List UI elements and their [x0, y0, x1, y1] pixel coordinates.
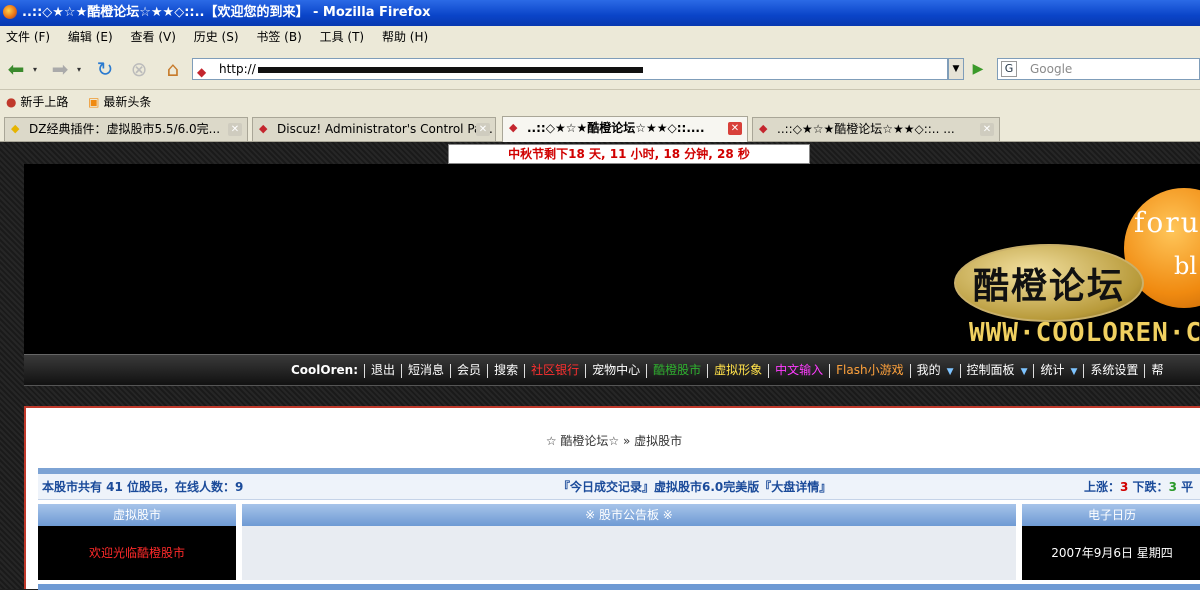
chevron-down-icon[interactable]: ▼ [1071, 367, 1078, 377]
forum-banner: forum bl 酷橙论坛 WWW·COOLOREN·COM/ [24, 164, 1200, 354]
stop-icon[interactable]: ⊗ [126, 56, 152, 82]
site-favicon-icon: ◆ [197, 65, 207, 79]
nav-members[interactable]: 会员 [457, 363, 481, 377]
close-tab-icon[interactable]: ✕ [228, 123, 242, 136]
shareholder-count: 本股市共有 41 位股民，在线人数：9 [42, 480, 244, 494]
logo-forum-text: forum [1134, 206, 1200, 239]
search-placeholder: Google [1030, 62, 1073, 76]
tab-label: ..::◇★☆★酷橙论坛☆★★◇::.. ... [777, 122, 955, 136]
forum-nav-bar: CoolOren: 退出 短消息 会员 搜索 社区银行 宠物中心 酷橙股市 虚拟形象 中文输入 Fl… [24, 354, 1200, 386]
tab-label: ..::◇★☆★酷橙论坛☆★★◇::.... [527, 121, 705, 135]
url-text: http:// [219, 62, 256, 76]
breadcrumb[interactable]: ☆ 酷橙论坛☆ » 虚拟股市 [26, 432, 1200, 449]
nav-stats[interactable]: 统计 [1040, 363, 1064, 377]
rss-icon: ▣ [88, 95, 100, 109]
panel-title-calendar: 电子日历 [1022, 504, 1200, 526]
menu-help[interactable]: 帮助 (H) [382, 30, 428, 44]
forum-logo[interactable]: 酷橙论坛 [954, 244, 1144, 322]
nav-pet[interactable]: 宠物中心 [592, 363, 640, 377]
menu-bookmarks[interactable]: 书签 (B) [256, 30, 301, 44]
menu-bar: 文件 (F) 编辑 (E) 查看 (V) 历史 (S) 书签 (B) 工具 (T… [0, 26, 1200, 48]
forum-brand: CoolOren: [291, 363, 359, 377]
tab-favicon-icon: ◆ [11, 122, 20, 135]
menu-history[interactable]: 历史 (S) [194, 30, 239, 44]
nav-control-panel[interactable]: 控制面板 [967, 363, 1015, 377]
main-content: ☆ 酷橙论坛☆ » 虚拟股市 本股市共有 41 位股民，在线人数：9 『今日成交… [24, 406, 1200, 590]
tab-label: DZ经典插件：虚拟股市5.5/6.0完... [29, 122, 221, 136]
window-title-bar: ..::◇★☆★酷橙论坛☆★★◇::..【欢迎您的到来】 - Mozilla F… [0, 0, 1200, 26]
nav-logout[interactable]: 退出 [371, 363, 395, 377]
welcome-marquee: 欢迎光临酷橙股市 [38, 526, 236, 580]
menu-edit[interactable]: 编辑 (E) [68, 30, 113, 44]
menu-view[interactable]: 查看 (V) [131, 30, 176, 44]
nav-search[interactable]: 搜索 [494, 363, 518, 377]
calendar-date: 2007年9月6日 星期四 [1022, 526, 1200, 580]
mid-autumn-countdown: 中秋节剩下18 天, 11 小时, 18 分钟, 28 秒 [448, 144, 810, 164]
tab-discuz-admin[interactable]: ◆ Discuz! Administrator's Control Pa... … [252, 117, 496, 141]
market-summary: 上涨：3 下跌：3 平 [1084, 474, 1193, 500]
nav-flash-games[interactable]: Flash小游戏 [836, 363, 903, 377]
back-history-dropdown[interactable]: ▾ [30, 56, 40, 82]
nav-messages[interactable]: 短消息 [408, 363, 444, 377]
close-tab-icon[interactable]: ✕ [728, 122, 742, 135]
tab-favicon-icon: ◆ [259, 122, 268, 135]
firefox-logo-icon [3, 5, 17, 19]
url-dropdown-button[interactable]: ▼ [948, 58, 964, 80]
tab-bar: ◆ DZ经典插件：虚拟股市5.5/6.0完... ✕ ◆ Discuz! Adm… [0, 114, 1200, 142]
tab-forum[interactable]: ◆ ..::◇★☆★酷橙论坛☆★★◇::.. ... ✕ [752, 117, 1000, 141]
menu-tools[interactable]: 工具 (T) [320, 30, 365, 44]
nav-help[interactable]: 帮 [1151, 363, 1163, 377]
navigation-toolbar: ⬅ ▾ ➡ ▾ ↻ ⊗ ⌂ ◆ http:// ▼ ▶ G Google [0, 48, 1200, 90]
nav-settings[interactable]: 系统设置 [1090, 363, 1138, 377]
panel-title-stock: 虚拟股市 [38, 504, 236, 526]
trade-links[interactable]: 『今日成交记录』虚拟股市6.0完美版『大盘详情』 [558, 474, 831, 500]
tab-forum-active[interactable]: ◆ ..::◇★☆★酷橙论坛☆★★◇::.... ✕ [502, 116, 748, 142]
window-title: ..::◇★☆★酷橙论坛☆★★◇::..【欢迎您的到来】 - Mozilla F… [22, 5, 431, 20]
google-engine-icon[interactable]: G [1001, 61, 1017, 77]
down-count: 3 [1168, 480, 1177, 494]
bookmarks-toolbar: ● 新手上路 ▣ 最新头条 [0, 90, 1200, 114]
logo-bl-text: bl [1174, 252, 1198, 280]
tab-label: Discuz! Administrator's Control Pa... [277, 122, 493, 136]
nav-bank[interactable]: 社区银行 [531, 363, 579, 377]
tab-dz-plugin[interactable]: ◆ DZ经典插件：虚拟股市5.5/6.0完... ✕ [4, 117, 248, 141]
panel-title-board: ※ 股市公告板 ※ [242, 504, 1016, 526]
tab-favicon-icon: ◆ [509, 121, 518, 134]
web-page: 中秋节剩下18 天, 11 小时, 18 分钟, 28 秒 forum bl 酷… [0, 142, 1200, 590]
nav-avatar[interactable]: 虚拟形象 [714, 363, 762, 377]
menu-file[interactable]: 文件 (F) [6, 30, 50, 44]
redacted-url [257, 66, 643, 73]
forward-history-dropdown[interactable]: ▾ [74, 56, 84, 82]
bookmark-getting-started[interactable]: ● 新手上路 [6, 95, 68, 109]
forward-arrow-icon[interactable]: ➡ [48, 56, 72, 82]
go-arrow-icon[interactable]: ▶ [968, 60, 988, 78]
nav-mine[interactable]: 我的 [917, 363, 941, 377]
chevron-down-icon[interactable]: ▼ [947, 367, 954, 377]
bookmark-label: 新手上路 [20, 95, 69, 109]
flat-label: 平 [1176, 480, 1194, 494]
close-tab-icon[interactable]: ✕ [980, 123, 994, 136]
firefox-bookmark-icon: ● [6, 95, 17, 109]
announcement-board [242, 526, 1016, 580]
url-bar[interactable]: ◆ http:// [192, 58, 948, 80]
down-label: 下跌： [1128, 480, 1169, 494]
close-tab-icon[interactable]: ✕ [476, 123, 490, 136]
tab-favicon-icon: ◆ [759, 122, 768, 135]
nav-stock[interactable]: 酷橙股市 [653, 363, 701, 377]
divider [38, 584, 1200, 590]
back-arrow-icon[interactable]: ⬅ [4, 56, 28, 82]
bookmark-latest-headlines[interactable]: ▣ 最新头条 [88, 95, 151, 109]
up-label: 上涨： [1084, 480, 1121, 494]
stock-info-row: 本股市共有 41 位股民，在线人数：9 『今日成交记录』虚拟股市6.0完美版『大… [38, 474, 1200, 500]
reload-icon[interactable]: ↻ [92, 56, 118, 82]
search-box[interactable]: G Google [997, 58, 1200, 80]
logo-www-text: WWW·COOLOREN·COM/ [969, 318, 1200, 348]
bookmark-label: 最新头条 [103, 95, 152, 109]
nav-chinese-input[interactable]: 中文输入 [775, 363, 823, 377]
chevron-down-icon[interactable]: ▼ [1021, 367, 1028, 377]
home-icon[interactable]: ⌂ [160, 56, 186, 82]
